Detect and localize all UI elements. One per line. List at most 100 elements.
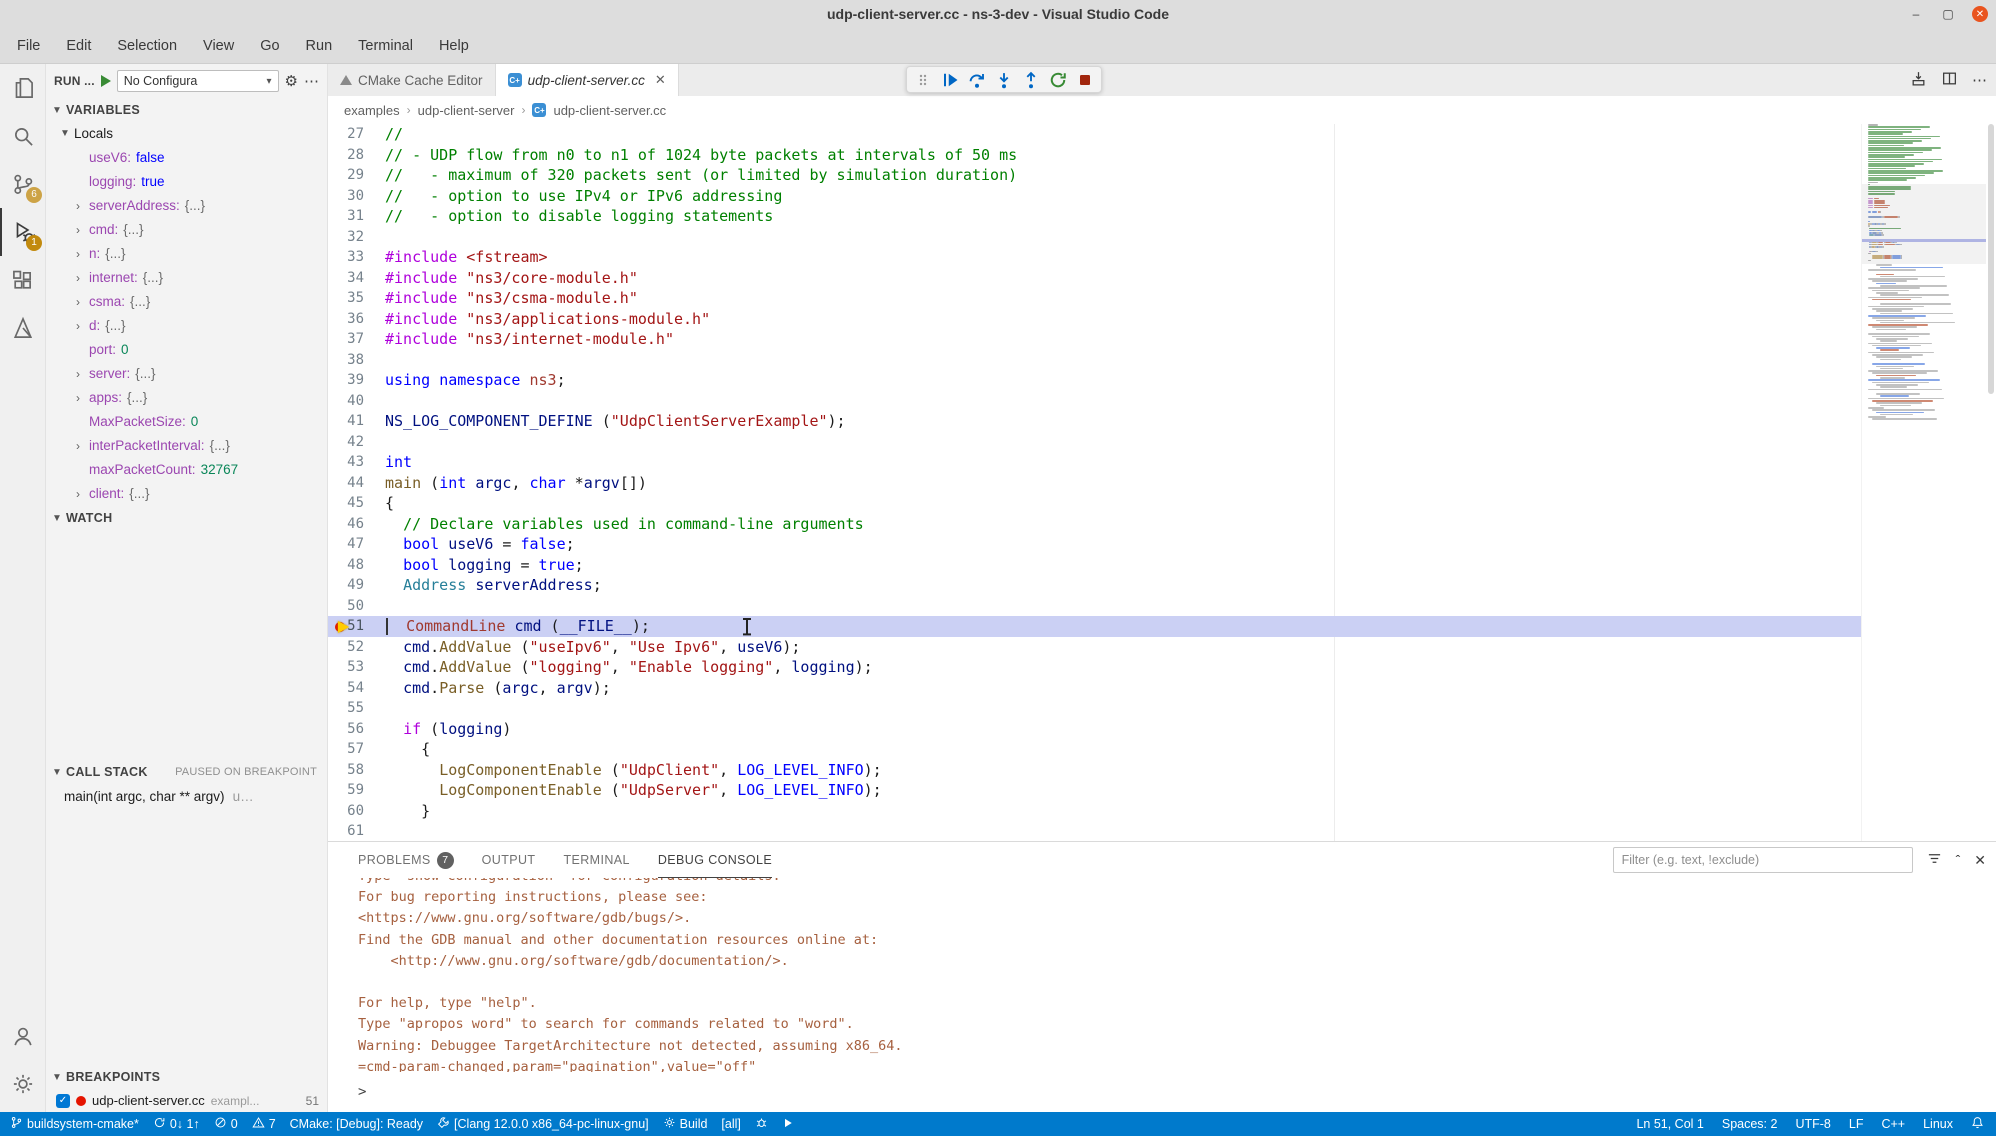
code-line[interactable]: 50 (328, 596, 1861, 617)
status-item-build[interactable]: Build (663, 1116, 708, 1132)
code-line[interactable]: 33#include <fstream> (328, 247, 1861, 268)
code-line[interactable]: 56 if (logging) (328, 719, 1861, 740)
menu-edit[interactable]: Edit (53, 28, 104, 64)
code-line[interactable]: 34#include "ns3/core-module.h" (328, 268, 1861, 289)
code-line[interactable]: 32 (328, 227, 1861, 248)
minimize-icon[interactable]: – (1908, 6, 1924, 22)
variable-row[interactable]: useV6:false (46, 146, 327, 170)
code-line[interactable]: 46 // Declare variables used in command-… (328, 514, 1861, 535)
line-number[interactable]: 37 (328, 329, 385, 350)
variable-row[interactable]: ›d:{...} (46, 314, 327, 338)
status-item-cmake-debug-ready[interactable]: CMake: [Debug]: Ready (290, 1117, 423, 1131)
variable-row[interactable]: ›apps:{...} (46, 386, 327, 410)
code-line[interactable]: 49 Address serverAddress; (328, 575, 1861, 596)
code-line[interactable]: 48 bool logging = true; (328, 555, 1861, 576)
status-item-lf[interactable]: LF (1849, 1117, 1864, 1131)
variable-row[interactable]: maxPacketCount:32767 (46, 458, 327, 482)
status-item-buildsystem-cmake[interactable]: buildsystem-cmake* (10, 1116, 139, 1132)
line-number[interactable]: 54 (328, 678, 385, 699)
line-number[interactable]: 29 (328, 165, 385, 186)
account-icon[interactable] (0, 1012, 46, 1060)
console-prompt[interactable]: > (358, 1084, 366, 1100)
breadcrumb-item[interactable]: udp-client-server.cc (553, 103, 666, 118)
source-control-icon[interactable]: 6 (0, 160, 46, 208)
code-line[interactable]: 42 (328, 432, 1861, 453)
code-line[interactable]: 53 cmd.AddValue ("logging", "Enable logg… (328, 657, 1861, 678)
line-number[interactable]: 27 (328, 124, 385, 145)
continue-button[interactable] (938, 68, 962, 92)
variable-row[interactable]: MaxPacketSize:0 (46, 410, 327, 434)
status-item-all[interactable]: [all] (721, 1117, 740, 1131)
code-line[interactable]: 29// - maximum of 320 packets sent (or l… (328, 165, 1861, 186)
settings-gear-icon[interactable] (0, 1060, 46, 1108)
code-line[interactable]: 36#include "ns3/applications-module.h" (328, 309, 1861, 330)
variable-row[interactable]: ›internet:{...} (46, 266, 327, 290)
line-number[interactable]: 58 (328, 760, 385, 781)
variable-row[interactable]: ›n:{...} (46, 242, 327, 266)
locals-scope-row[interactable]: ▼ Locals (46, 122, 327, 146)
variables-section-header[interactable]: ▼ VARIABLES (46, 98, 327, 122)
line-number[interactable]: 42 (328, 432, 385, 453)
code-line[interactable]: 37#include "ns3/internet-module.h" (328, 329, 1861, 350)
line-number[interactable]: 36 (328, 309, 385, 330)
close-tab-icon[interactable]: ✕ (655, 72, 666, 88)
status-item-clang-12-0-0-x86-64-pc-linux-gnu[interactable]: [Clang 12.0.0 x86_64-pc-linux-gnu] (437, 1116, 649, 1132)
minimap[interactable] (1861, 124, 1986, 841)
more-actions-icon[interactable]: ⋯ (304, 74, 319, 89)
variable-row[interactable]: port:0 (46, 338, 327, 362)
menu-help[interactable]: Help (426, 28, 482, 64)
step-out-button[interactable] (1019, 68, 1043, 92)
line-number[interactable]: 41 (328, 411, 385, 432)
status-item-bug[interactable] (755, 1116, 768, 1132)
menu-selection[interactable]: Selection (104, 28, 190, 64)
code-line[interactable]: 35#include "ns3/csma-module.h" (328, 288, 1861, 309)
code-line[interactable]: 28// - UDP flow from n0 to n1 of 1024 by… (328, 145, 1861, 166)
tab-udp-client-server-cc[interactable]: C+udp-client-server.cc✕ (496, 64, 679, 96)
close-panel-icon[interactable]: ✕ (1974, 852, 1986, 869)
status-item-spaces-2[interactable]: Spaces: 2 (1722, 1117, 1778, 1131)
line-number[interactable]: 39 (328, 370, 385, 391)
line-number[interactable]: 46 (328, 514, 385, 535)
code-line[interactable]: 39using namespace ns3; (328, 370, 1861, 391)
code-line[interactable]: 41NS_LOG_COMPONENT_DEFINE ("UdpClientSer… (328, 411, 1861, 432)
code-line[interactable]: 44main (int argc, char *argv[]) (328, 473, 1861, 494)
code-line[interactable]: 47 bool useV6 = false; (328, 534, 1861, 555)
line-number[interactable]: 47 (328, 534, 385, 555)
variable-row[interactable]: ›interPacketInterval:{...} (46, 434, 327, 458)
start-debug-icon[interactable] (101, 75, 111, 87)
breadcrumb-item[interactable]: udp-client-server (418, 103, 515, 118)
filter-options-icon[interactable] (1927, 851, 1942, 869)
maximize-panel-icon[interactable]: ˆ (1956, 852, 1961, 868)
line-number[interactable]: 33 (328, 247, 385, 268)
breadcrumb-item[interactable]: examples (344, 103, 400, 118)
minimap-slider[interactable] (1862, 184, 1986, 265)
restart-button[interactable] (1046, 68, 1070, 92)
line-number[interactable]: 38 (328, 350, 385, 371)
split-editor-icon[interactable] (1941, 70, 1958, 90)
status-item-0-1[interactable]: 0↓ 1↑ (153, 1116, 200, 1132)
code-line[interactable]: 38 (328, 350, 1861, 371)
code-line[interactable]: 31// - option to disable logging stateme… (328, 206, 1861, 227)
status-item-linux[interactable]: Linux (1923, 1117, 1953, 1131)
stack-frame-row[interactable]: main(int argc, char ** argv) u… (46, 784, 327, 808)
status-item-0[interactable]: 0 (214, 1116, 238, 1132)
code-line[interactable]: 40 (328, 391, 1861, 412)
breakpoints-section-header[interactable]: ▼ BREAKPOINTS (46, 1065, 327, 1089)
code-line[interactable]: 43int (328, 452, 1861, 473)
menu-go[interactable]: Go (247, 28, 292, 64)
line-number[interactable]: 31 (328, 206, 385, 227)
menu-view[interactable]: View (190, 28, 247, 64)
status-item-c++[interactable]: C++ (1881, 1117, 1905, 1131)
drag-handle-icon[interactable] (911, 68, 935, 92)
open-changes-icon[interactable] (1910, 70, 1927, 90)
variable-row[interactable]: ›cmd:{...} (46, 218, 327, 242)
code-line[interactable]: 54 cmd.Parse (argc, argv); (328, 678, 1861, 699)
explorer-icon[interactable] (0, 64, 46, 112)
variable-row[interactable]: ›csma:{...} (46, 290, 327, 314)
code-line[interactable]: 61 (328, 821, 1861, 841)
console-filter-input[interactable] (1613, 847, 1913, 873)
panel-tab-debug-console[interactable]: DEBUG CONSOLE (658, 842, 772, 878)
line-number[interactable]: 32 (328, 227, 385, 248)
line-number[interactable]: 48 (328, 555, 385, 576)
line-number[interactable]: 35 (328, 288, 385, 309)
